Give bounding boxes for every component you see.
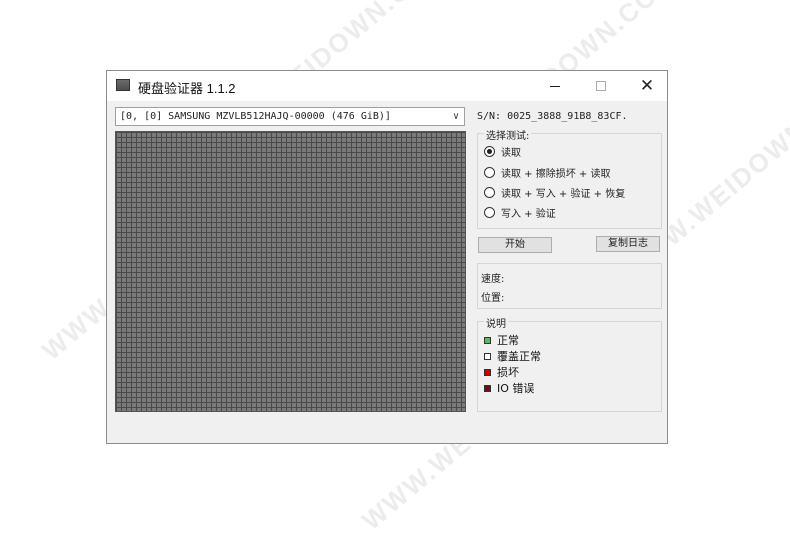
legend-item-io-error: IO 错误: [484, 380, 534, 396]
radio-icon[interactable]: [484, 167, 495, 178]
dark-red-swatch-icon: [484, 384, 491, 392]
legend-group: 说明 正常 覆盖正常 损坏 IO 错误: [477, 315, 662, 412]
green-swatch-icon: [484, 336, 491, 344]
start-button[interactable]: 开始: [478, 237, 552, 253]
disk-app-icon: [116, 79, 130, 91]
legend-label: IO 错误: [497, 382, 535, 395]
disk-select-value: [0, [0] SAMSUNG MZVLB512HAJQ-00000 (476 …: [120, 111, 391, 122]
test-group-label: 选择测试:: [484, 127, 532, 142]
title-bar[interactable]: 硬盘验证器 1.1.2 ✕: [107, 71, 667, 101]
legend-label: 覆盖正常: [497, 350, 541, 363]
radio-option-read[interactable]: 读取: [484, 144, 521, 159]
legend-item-overwrite-normal: 覆盖正常: [484, 348, 541, 364]
test-selection-group: 选择测试: 读取 读取 + 擦除损坏 + 读取 读取 + 写入 + 验证 + 恢…: [477, 127, 662, 229]
legend-item-damaged: 损坏: [484, 364, 519, 380]
close-icon: ✕: [639, 75, 655, 96]
position-label: 位置:: [481, 293, 505, 304]
minimize-icon: [550, 85, 560, 87]
radio-icon[interactable]: [484, 146, 495, 157]
radio-icon[interactable]: [484, 207, 495, 218]
window-title: 硬盘验证器 1.1.2: [138, 81, 236, 96]
app-window: 硬盘验证器 1.1.2 ✕ [0, [0] SAMSUNG MZVLB512HA…: [106, 70, 668, 444]
radio-icon[interactable]: [484, 187, 495, 198]
legend-title: 说明: [484, 315, 508, 330]
radio-option-read-write-verify-restore[interactable]: 读取 + 写入 + 验证 + 恢复: [484, 185, 625, 200]
disk-select-dropdown[interactable]: [0, [0] SAMSUNG MZVLB512HAJQ-00000 (476 …: [115, 107, 465, 126]
maximize-icon: [596, 81, 606, 91]
chevron-down-icon: ∨: [452, 111, 459, 122]
white-swatch-icon: [484, 352, 491, 360]
legend-item-normal: 正常: [484, 332, 519, 348]
red-swatch-icon: [484, 368, 491, 376]
radio-option-write-verify[interactable]: 写入 + 验证: [484, 205, 556, 220]
legend-label: 损坏: [497, 366, 519, 379]
serial-number: S/N: 0025_3888_91B8_83CF.: [477, 111, 628, 122]
radio-label: 读取: [501, 148, 521, 159]
close-button[interactable]: ✕: [624, 71, 670, 101]
sector-map-grid: [115, 131, 466, 412]
copy-log-button[interactable]: 复制日志: [596, 236, 660, 252]
minimize-button[interactable]: [532, 71, 578, 101]
maximize-button[interactable]: [578, 71, 624, 101]
radio-label: 读取 + 写入 + 验证 + 恢复: [501, 189, 626, 200]
radio-label: 写入 + 验证: [501, 209, 556, 220]
radio-label: 读取 + 擦除损坏 + 读取: [501, 169, 611, 180]
status-group: 速度: 位置:: [477, 263, 662, 309]
legend-label: 正常: [497, 334, 519, 347]
speed-label: 速度:: [481, 274, 505, 285]
radio-option-read-erase-read[interactable]: 读取 + 擦除损坏 + 读取: [484, 165, 610, 180]
